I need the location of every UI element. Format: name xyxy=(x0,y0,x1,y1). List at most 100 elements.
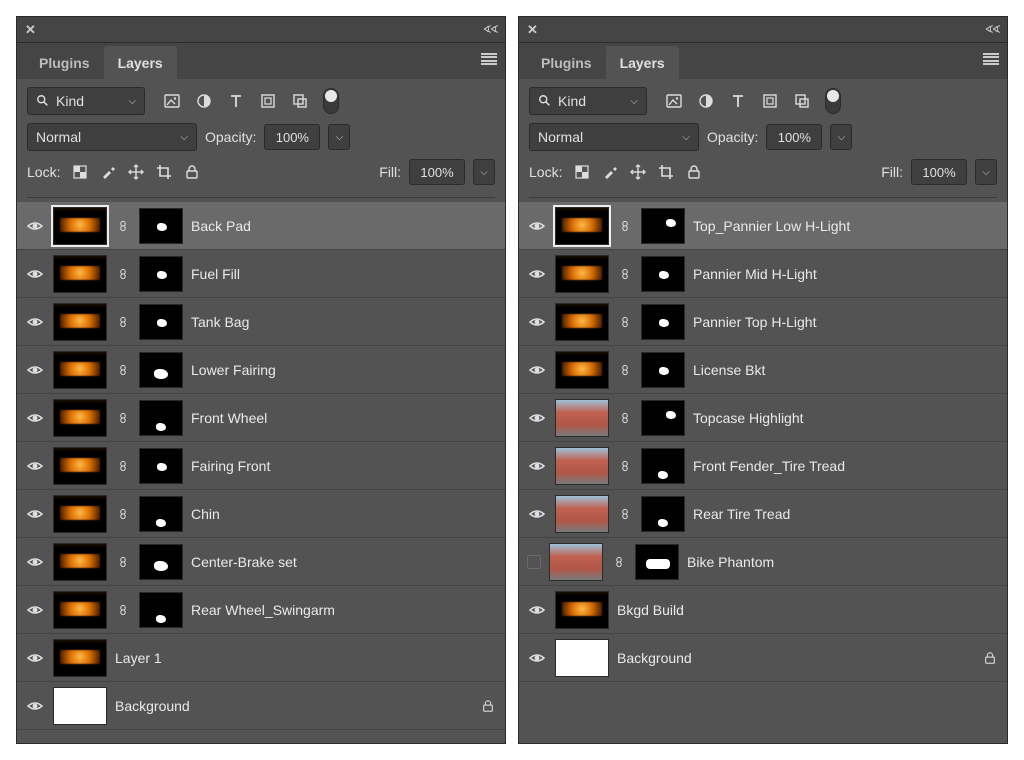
filter-type-icon[interactable] xyxy=(227,92,245,110)
layer-name[interactable]: Topcase Highlight xyxy=(693,410,999,426)
layer-name[interactable]: Front Fender_Tire Tread xyxy=(693,458,999,474)
visibility-toggle[interactable] xyxy=(527,458,547,474)
opacity-input[interactable]: 100% xyxy=(766,124,822,150)
layer-row[interactable]: Pannier Mid H-Light xyxy=(519,250,1007,298)
filter-kind-select[interactable]: Kind ⌵ xyxy=(27,87,145,115)
layer-name[interactable]: Layer 1 xyxy=(115,650,497,666)
visibility-toggle[interactable] xyxy=(25,554,45,570)
visibility-toggle[interactable] xyxy=(25,650,45,666)
layer-name[interactable]: Chin xyxy=(191,506,497,522)
filter-smartobject-icon[interactable] xyxy=(793,92,811,110)
layer-row[interactable]: Fairing Front xyxy=(17,442,505,490)
visibility-toggle[interactable] xyxy=(527,218,547,234)
layer-mask-thumbnail[interactable] xyxy=(641,352,685,388)
layer-thumbnail[interactable] xyxy=(53,255,107,293)
layer-thumbnail[interactable] xyxy=(53,447,107,485)
layer-mask-thumbnail[interactable] xyxy=(635,544,679,580)
layer-row[interactable]: Rear Tire Tread xyxy=(519,490,1007,538)
visibility-toggle[interactable] xyxy=(527,555,541,569)
layer-thumbnail[interactable] xyxy=(53,543,107,581)
layer-thumbnail[interactable] xyxy=(555,399,609,437)
filter-adjustment-icon[interactable] xyxy=(195,92,213,110)
layer-row[interactable]: Background xyxy=(519,634,1007,682)
layer-row[interactable]: Back Pad xyxy=(17,202,505,250)
visibility-toggle[interactable] xyxy=(25,602,45,618)
layer-thumbnail[interactable] xyxy=(53,591,107,629)
layer-mask-thumbnail[interactable] xyxy=(139,400,183,436)
filter-pixel-icon[interactable] xyxy=(665,92,683,110)
layer-thumbnail[interactable] xyxy=(53,495,107,533)
layer-row[interactable]: Pannier Top H-Light xyxy=(519,298,1007,346)
layer-row[interactable]: Front Wheel xyxy=(17,394,505,442)
visibility-toggle[interactable] xyxy=(25,698,45,714)
layer-name[interactable]: Back Pad xyxy=(191,218,497,234)
layer-mask-thumbnail[interactable] xyxy=(139,496,183,532)
layer-name[interactable]: Top_Pannier Low H-Light xyxy=(693,218,999,234)
fill-dropdown-button[interactable]: ⌵ xyxy=(975,159,997,185)
close-icon[interactable]: ✕ xyxy=(25,22,36,38)
layer-row[interactable]: Top_Pannier Low H-Light xyxy=(519,202,1007,250)
lock-pixels-icon[interactable] xyxy=(100,164,116,180)
collapse-icon[interactable]: ∢∢ xyxy=(985,23,999,36)
panel-menu-icon[interactable] xyxy=(481,53,497,65)
blend-mode-select[interactable]: Normal ⌵ xyxy=(529,123,699,151)
visibility-toggle[interactable] xyxy=(527,266,547,282)
lock-all-icon[interactable] xyxy=(184,164,200,180)
layer-thumbnail[interactable] xyxy=(549,543,603,581)
layer-name[interactable]: Front Wheel xyxy=(191,410,497,426)
visibility-toggle[interactable] xyxy=(25,362,45,378)
layer-thumbnail[interactable] xyxy=(555,255,609,293)
layer-mask-thumbnail[interactable] xyxy=(139,304,183,340)
filter-smartobject-icon[interactable] xyxy=(291,92,309,110)
layer-thumbnail[interactable] xyxy=(555,207,609,245)
visibility-toggle[interactable] xyxy=(527,410,547,426)
visibility-toggle[interactable] xyxy=(25,506,45,522)
layer-thumbnail[interactable] xyxy=(555,495,609,533)
layer-mask-thumbnail[interactable] xyxy=(641,448,685,484)
filter-toggle[interactable] xyxy=(323,88,339,114)
layer-name[interactable]: Background xyxy=(617,650,973,666)
visibility-toggle[interactable] xyxy=(527,602,547,618)
visibility-toggle[interactable] xyxy=(25,410,45,426)
lock-position-icon[interactable] xyxy=(630,164,646,180)
layer-row[interactable]: Background xyxy=(17,682,505,730)
visibility-toggle[interactable] xyxy=(25,314,45,330)
visibility-toggle[interactable] xyxy=(527,506,547,522)
filter-kind-select[interactable]: Kind ⌵ xyxy=(529,87,647,115)
visibility-toggle[interactable] xyxy=(527,362,547,378)
filter-type-icon[interactable] xyxy=(729,92,747,110)
layer-name[interactable]: Background xyxy=(115,698,471,714)
layer-name[interactable]: Lower Fairing xyxy=(191,362,497,378)
layer-name[interactable]: Bike Phantom xyxy=(687,554,999,570)
filter-shape-icon[interactable] xyxy=(761,92,779,110)
layer-mask-thumbnail[interactable] xyxy=(139,592,183,628)
filter-toggle[interactable] xyxy=(825,88,841,114)
layer-name[interactable]: Tank Bag xyxy=(191,314,497,330)
fill-dropdown-button[interactable]: ⌵ xyxy=(473,159,495,185)
layer-mask-thumbnail[interactable] xyxy=(139,352,183,388)
layer-thumbnail[interactable] xyxy=(555,351,609,389)
opacity-dropdown-button[interactable]: ⌵ xyxy=(830,124,852,150)
layer-thumbnail[interactable] xyxy=(555,303,609,341)
close-icon[interactable]: ✕ xyxy=(527,22,538,38)
layer-thumbnail[interactable] xyxy=(555,639,609,677)
panel-titlebar[interactable]: ✕ ∢∢ xyxy=(519,17,1007,43)
layer-row[interactable]: Bkgd Build xyxy=(519,586,1007,634)
lock-transparent-icon[interactable] xyxy=(72,164,88,180)
layer-name[interactable]: Pannier Mid H-Light xyxy=(693,266,999,282)
lock-position-icon[interactable] xyxy=(128,164,144,180)
visibility-toggle[interactable] xyxy=(25,266,45,282)
layer-mask-thumbnail[interactable] xyxy=(641,208,685,244)
visibility-toggle[interactable] xyxy=(25,458,45,474)
layer-name[interactable]: License Bkt xyxy=(693,362,999,378)
layer-mask-thumbnail[interactable] xyxy=(139,256,183,292)
tab-layers[interactable]: Layers xyxy=(104,46,177,79)
layer-mask-thumbnail[interactable] xyxy=(641,400,685,436)
filter-pixel-icon[interactable] xyxy=(163,92,181,110)
layer-row[interactable]: Lower Fairing xyxy=(17,346,505,394)
lock-pixels-icon[interactable] xyxy=(602,164,618,180)
layer-thumbnail[interactable] xyxy=(53,399,107,437)
layer-row[interactable]: Front Fender_Tire Tread xyxy=(519,442,1007,490)
layer-row[interactable]: Chin xyxy=(17,490,505,538)
layer-name[interactable]: Center-Brake set xyxy=(191,554,497,570)
